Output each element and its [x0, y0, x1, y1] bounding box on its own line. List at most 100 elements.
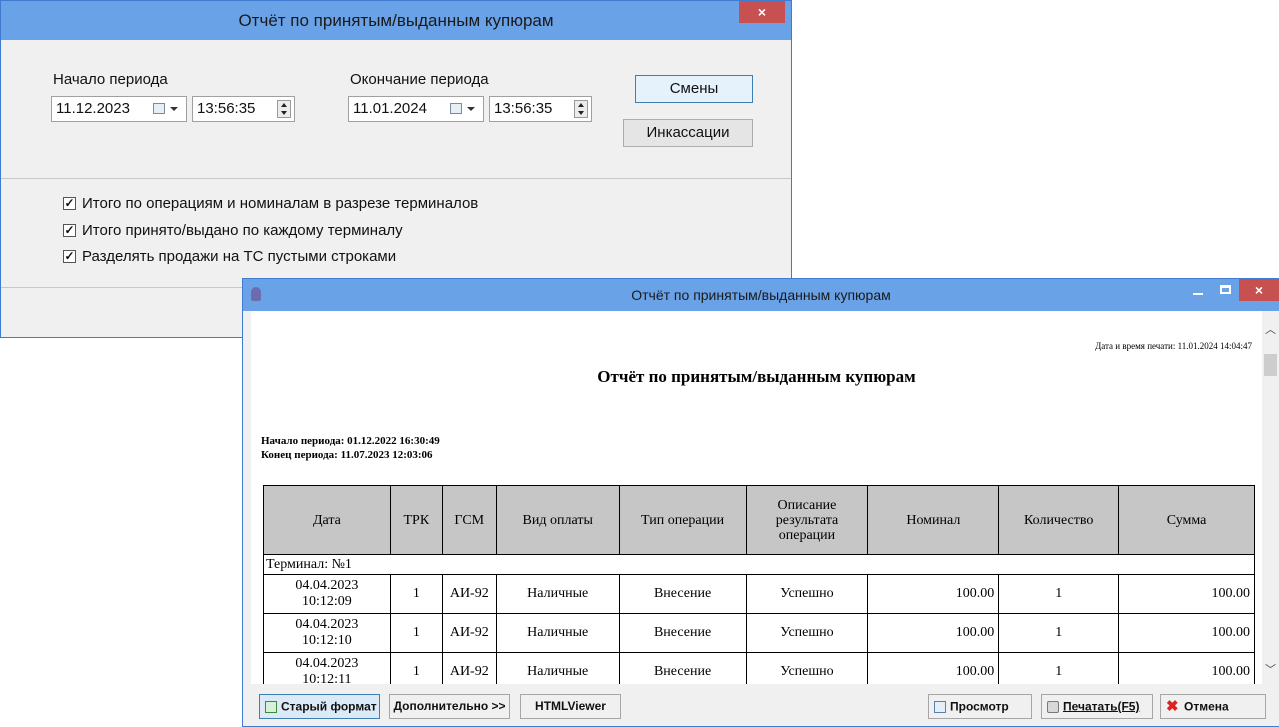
cell-op-type: Внесение	[618, 613, 747, 653]
minimize-icon[interactable]	[1193, 293, 1203, 295]
checkbox[interactable]: ✓	[63, 197, 76, 210]
column-header: Сумма	[1118, 485, 1255, 555]
report-content: Дата и время печати: 11.01.2024 14:04:47…	[251, 311, 1262, 684]
cell-op-type: Внесение	[618, 652, 747, 684]
spin-down-icon[interactable]	[281, 111, 287, 115]
additional-button[interactable]: Дополнительно >>	[389, 694, 510, 719]
report-period-end: Конец периода: 11.07.2023 12:03:06	[261, 449, 433, 461]
calendar-icon[interactable]	[450, 103, 462, 114]
dialog-close-button[interactable]: ×	[739, 1, 785, 23]
spin-up-icon[interactable]	[578, 103, 584, 107]
cell-sum: 100.00	[1118, 613, 1255, 653]
column-header: Количество	[998, 485, 1120, 555]
cell-date-day: 04.04.2023	[295, 578, 359, 593]
report-title: Отчёт по принятым/выданным купюрам	[597, 367, 916, 386]
report-period-start: Начало периода: 01.12.2022 16:30:49	[261, 435, 440, 447]
scrollbar-thumb[interactable]	[1264, 354, 1277, 376]
cell-payment: Наличные	[495, 652, 620, 684]
cell-date-time: 10:12:09	[302, 594, 352, 609]
report-scrollbar[interactable]: ︿ ﹀	[1262, 311, 1279, 684]
cancel-label: Отмена	[1184, 699, 1229, 714]
column-header: ТРК	[389, 485, 443, 555]
time-spinner[interactable]	[277, 100, 291, 118]
cell-trk: 1	[389, 574, 443, 614]
viewer-title: Отчёт по принятым/выданным купюрам	[631, 287, 891, 303]
period-start-date-picker[interactable]: 11.12.2023	[51, 96, 187, 122]
period-start-time-input[interactable]: 13:56:35	[192, 96, 295, 122]
cell-date-time: 10:12:10	[302, 633, 352, 648]
period-start-date-value: 11.12.2023	[56, 100, 130, 117]
table-row: 04.04.2023 10:12:10 1 АИ-92 Наличные Внес…	[263, 613, 1255, 653]
preview-button[interactable]: Просмотр	[928, 694, 1032, 719]
preview-label: Просмотр	[950, 699, 1009, 714]
refresh-icon	[265, 700, 277, 713]
cell-date-time: 10:12:11	[302, 672, 352, 684]
table-row: 04.04.2023 10:12:09 1 АИ-92 Наличные Внес…	[263, 574, 1255, 614]
scroll-down-icon[interactable]: ﹀	[1265, 661, 1276, 677]
calendar-icon[interactable]	[153, 103, 165, 114]
printer-icon	[1047, 700, 1059, 713]
cell-trk: 1	[389, 613, 443, 653]
checkbox[interactable]: ✓	[63, 250, 76, 263]
maximize-icon[interactable]	[1220, 285, 1231, 294]
period-end-time-value: 13:56:35	[494, 100, 553, 117]
cell-fuel: АИ-92	[441, 652, 497, 684]
spin-down-icon[interactable]	[578, 111, 584, 115]
cell-date: 04.04.2023 10:12:09	[263, 574, 391, 614]
shifts-button[interactable]: Смены	[635, 75, 753, 103]
period-end-time-input[interactable]: 13:56:35	[489, 96, 592, 122]
print-label: Печатать(F5)	[1063, 699, 1140, 714]
cell-date-day: 04.04.2023	[295, 656, 359, 671]
divider	[1, 178, 791, 179]
viewer-titlebar[interactable]: Отчёт по принятым/выданным купюрам ×	[243, 279, 1279, 311]
cell-date: 04.04.2023 10:12:10	[263, 613, 391, 653]
checkbox-label: Итого по операциям и номиналам в разрезе…	[82, 195, 479, 212]
spin-up-icon[interactable]	[281, 103, 287, 107]
cell-date-day: 04.04.2023	[295, 617, 359, 632]
period-start-label: Начало периода	[53, 71, 168, 88]
cell-op-type: Внесение	[618, 574, 747, 614]
htmlviewer-button[interactable]: HTMLViewer	[520, 694, 621, 719]
column-header: Тип операции	[618, 485, 747, 555]
group-row: Терминал: №1	[263, 554, 1255, 575]
print-timestamp: Дата и время печати: 11.01.2024 14:04:47	[1095, 341, 1252, 351]
cell-sum: 100.00	[1118, 574, 1255, 614]
cell-payment: Наличные	[495, 574, 620, 614]
old-format-label: Старый формат	[281, 699, 377, 714]
time-spinner[interactable]	[574, 100, 588, 118]
cell-nominal: 100.00	[867, 613, 1000, 653]
cancel-button[interactable]: ✖ Отмена	[1160, 694, 1266, 719]
report-viewer-window: Отчёт по принятым/выданным купюрам × Дат…	[242, 278, 1279, 727]
cell-nominal: 100.00	[867, 652, 1000, 684]
print-button[interactable]: Печатать(F5)	[1041, 694, 1153, 719]
checkbox[interactable]: ✓	[63, 224, 76, 237]
table-header-row: Дата ТРК ГСМ Вид оплаты Тип операции Опи…	[263, 485, 1255, 555]
close-icon: ✖	[1166, 697, 1179, 715]
cell-sum: 100.00	[1118, 652, 1255, 684]
viewer-close-button[interactable]: ×	[1239, 279, 1279, 301]
column-header: Дата	[263, 485, 391, 555]
period-end-date-picker[interactable]: 11.01.2024	[348, 96, 484, 122]
collections-button[interactable]: Инкассации	[623, 119, 753, 147]
cell-result: Успешно	[745, 652, 869, 684]
dialog-titlebar[interactable]: Отчёт по принятым/выданным купюрам ×	[1, 1, 791, 40]
cell-fuel: АИ-92	[441, 574, 497, 614]
cell-qty: 1	[998, 574, 1120, 614]
scroll-up-icon[interactable]: ︿	[1265, 321, 1276, 337]
period-end-date-value: 11.01.2024	[353, 100, 427, 117]
chevron-down-icon[interactable]	[170, 107, 178, 111]
cell-payment: Наличные	[495, 613, 620, 653]
old-format-button[interactable]: Старый формат	[259, 694, 380, 719]
cell-nominal: 100.00	[867, 574, 1000, 614]
column-header: Описание результата операции	[745, 485, 869, 555]
cell-fuel: АИ-92	[441, 613, 497, 653]
cell-trk: 1	[389, 652, 443, 684]
chevron-down-icon[interactable]	[467, 107, 475, 111]
cell-qty: 1	[998, 613, 1120, 653]
checkbox-label: Разделять продажи на ТС пустыми строками	[82, 248, 397, 265]
report-table: Дата ТРК ГСМ Вид оплаты Тип операции Опи…	[263, 485, 1255, 684]
column-header: Номинал	[867, 485, 1000, 555]
dialog-title: Отчёт по принятым/выданным купюрам	[238, 11, 554, 30]
preview-icon	[934, 700, 946, 713]
group-label: Терминал: №1	[263, 554, 1255, 575]
